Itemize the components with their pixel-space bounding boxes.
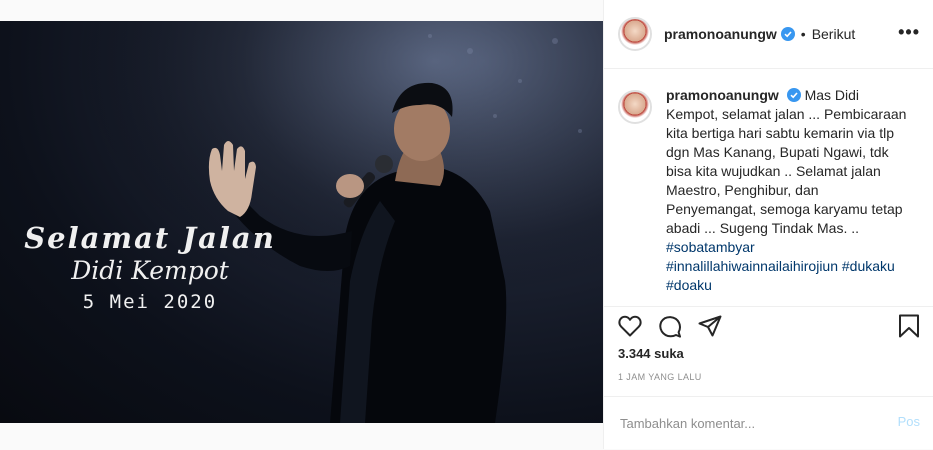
overlay-date: 5 Mei 2020: [82, 291, 218, 313]
caption-username[interactable]: pramonoanungw: [666, 87, 779, 103]
verified-badge-icon: [780, 27, 795, 41]
action-bar: [604, 306, 933, 343]
hashtag-link[interactable]: #innalillahiwainnailaihirojiun #dukaku: [666, 257, 912, 276]
comment-box: Pos: [604, 396, 933, 450]
overlay-title: Selamat Jalan: [24, 221, 276, 255]
follow-button[interactable]: Berikut: [812, 26, 856, 42]
caption-verified-badge-icon: [786, 88, 801, 102]
post-comment-button[interactable]: Pos: [898, 414, 920, 429]
hashtag-link[interactable]: #doaku: [666, 276, 912, 295]
more-options-icon[interactable]: •••: [898, 22, 920, 43]
separator-dot: •: [800, 26, 806, 42]
overlay-name: Didi Kempot: [71, 256, 229, 285]
avatar[interactable]: [618, 17, 652, 51]
caption-body: pramonoanungw Mas Didi Kempot, selamat j…: [666, 86, 912, 301]
header-username[interactable]: pramonoanungw: [664, 26, 777, 42]
caption-text: Mas Didi Kempot, selamat jalan ... Pembi…: [666, 87, 907, 236]
caption-avatar[interactable]: [618, 90, 652, 124]
post-panel: pramonoanungw • Berikut ••• pramonoanung…: [603, 0, 933, 449]
heart-icon[interactable]: [618, 315, 642, 337]
comment-input[interactable]: [618, 411, 882, 435]
share-icon[interactable]: [698, 315, 722, 337]
post-header: pramonoanungw • Berikut •••: [604, 0, 933, 69]
post-timestamp[interactable]: 1 JAM YANG LALU: [618, 372, 702, 382]
hashtag-link[interactable]: #sobatambyar: [666, 238, 912, 257]
post-image[interactable]: Selamat Jalan Didi Kempot 5 Mei 2020: [0, 21, 603, 423]
bookmark-icon[interactable]: [898, 314, 920, 338]
likes-count[interactable]: 3.344 suka: [618, 346, 684, 361]
caption-comment: pramonoanungw Mas Didi Kempot, selamat j…: [604, 86, 933, 301]
comment-icon[interactable]: [658, 315, 682, 339]
